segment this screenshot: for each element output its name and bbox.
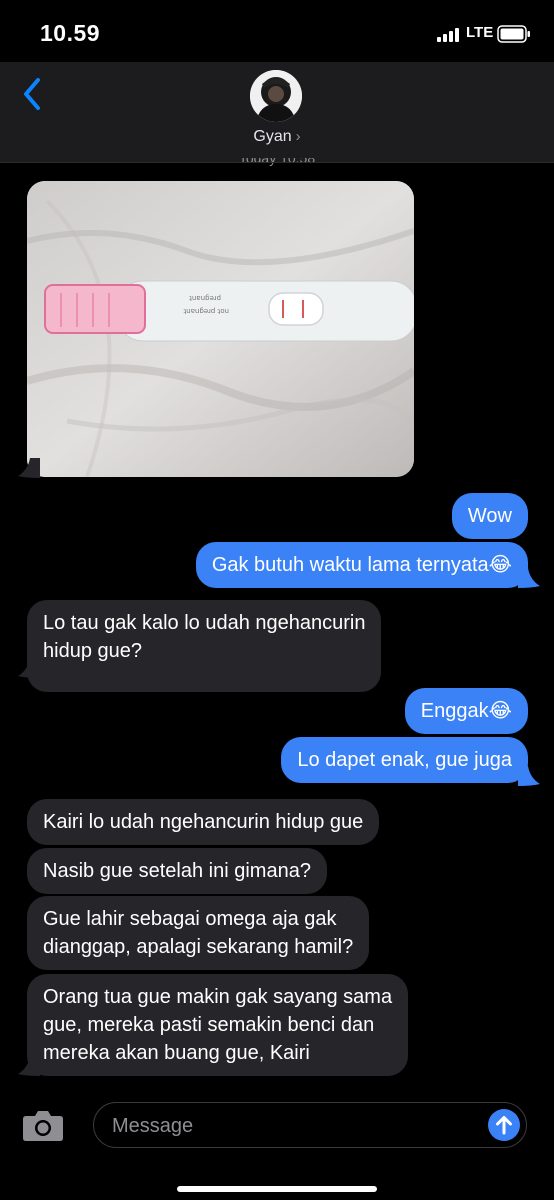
message-outgoing[interactable]: Gak butuh waktu lama ternyata😂 — [195, 542, 528, 588]
contact-name-button[interactable]: Gyan › — [0, 128, 554, 146]
conversation-header: Gyan › — [0, 62, 554, 162]
test-label-pregnant: pregnant — [189, 294, 221, 302]
network-label: LTE — [466, 24, 494, 41]
signal-icon — [437, 28, 459, 42]
message-incoming[interactable]: Nasib gue setelah ini gimana? — [27, 848, 327, 894]
message-input-container — [93, 1102, 527, 1148]
chevron-right-icon: › — [295, 128, 301, 145]
header-divider — [0, 162, 554, 163]
message-incoming[interactable]: Orang tua gue makin gak sayang sama gue,… — [27, 974, 409, 1076]
message-outgoing[interactable]: Wow — [451, 493, 528, 539]
bubble-tail — [18, 1056, 40, 1076]
home-indicator[interactable] — [177, 1186, 377, 1192]
avatar[interactable] — [250, 70, 302, 122]
message-line: gue, mereka pasti semakin benci dan — [43, 1014, 375, 1036]
bubble-tail — [18, 458, 40, 478]
message-line: dianggap, apalagi sekarang hamil? — [43, 936, 354, 958]
contact-name: Gyan — [253, 128, 292, 145]
bubble-tail — [518, 568, 540, 588]
send-button[interactable] — [488, 1109, 520, 1141]
message-line: mereka akan buang gue, Kairi — [43, 1042, 310, 1064]
status-bar: 10.59 LTE — [0, 0, 554, 70]
status-time: 10.59 — [40, 20, 101, 46]
avatar-photo — [250, 70, 302, 122]
message-incoming[interactable]: Gue lahir sebagai omega aja gak dianggap… — [27, 896, 370, 970]
message-input[interactable] — [110, 1111, 474, 1141]
message-line: hidup gue? — [43, 640, 142, 662]
camera-icon[interactable] — [22, 1108, 64, 1142]
message-line: Orang tua gue makin gak sayang sama — [43, 986, 393, 1008]
bubble-tail — [518, 766, 540, 786]
back-chevron-icon[interactable] — [18, 76, 48, 112]
message-outgoing[interactable]: Lo dapet enak, gue juga — [281, 737, 528, 783]
message-line: Gue lahir sebagai omega aja gak — [43, 908, 337, 930]
message-line: Lo tau gak kalo lo udah ngehancurin — [43, 612, 366, 634]
message-outgoing[interactable]: Enggak😂 — [404, 688, 528, 734]
battery-icon — [497, 25, 530, 43]
bubble-tail — [18, 658, 40, 678]
photo-message[interactable]: pregnant not pregnant — [27, 181, 414, 477]
send-arrow-icon — [496, 1116, 512, 1135]
pregnancy-test-photo: pregnant not pregnant — [27, 181, 414, 477]
message-incoming[interactable]: Kairi lo udah ngehancurin hidup gue — [27, 799, 380, 845]
message-incoming[interactable]: Lo tau gak kalo lo udah ngehancurin hidu… — [27, 600, 382, 692]
test-label-not-pregnant: not pregnant — [183, 307, 229, 315]
